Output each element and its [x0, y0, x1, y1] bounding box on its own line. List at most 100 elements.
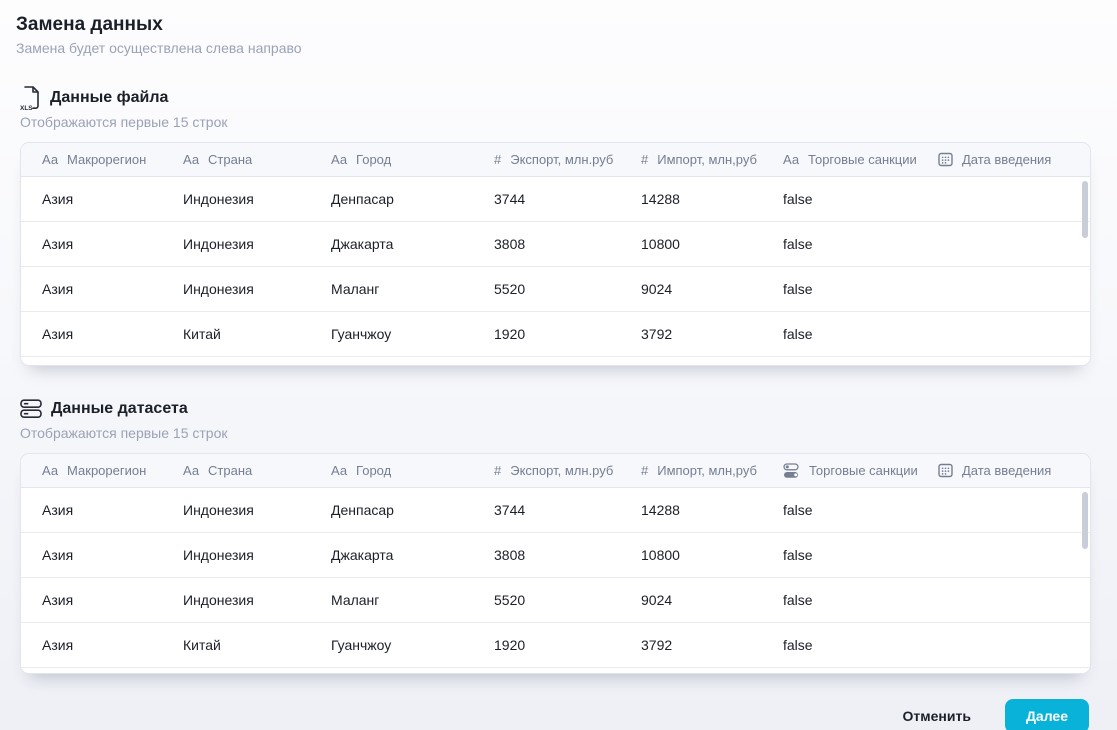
dataset-data-section-title: Данные датасета [51, 400, 188, 418]
column-header-export: # Экспорт, млн.руб [494, 463, 641, 478]
column-header-label: Страна [208, 152, 252, 167]
text-type-icon: Аа [42, 463, 58, 478]
table-cell: Азия [42, 637, 183, 653]
table-cell: 9024 [641, 592, 783, 608]
table-cell: Китай [183, 637, 331, 653]
text-type-icon: Аа [42, 152, 58, 167]
dataset-data-table: Аа Макрорегион Аа Страна Аа Город # Эксп… [20, 453, 1091, 674]
file-data-section-title: Данные файла [50, 89, 168, 107]
table-cell: false [783, 592, 938, 608]
table-cell: 3808 [494, 547, 641, 563]
table-cell: Азия [42, 502, 183, 518]
calendar-icon [938, 152, 953, 167]
wizard-footer: Отменить Далее [903, 699, 1089, 730]
dataset-data-section-subtitle: Отображаются первые 15 строк [20, 425, 1097, 441]
table-cell: Китай [183, 326, 331, 342]
table-cell: Индонезия [183, 547, 331, 563]
number-type-icon: # [494, 463, 501, 478]
table-row-partial [21, 357, 1090, 366]
table-cell: Гуанчжоу [331, 637, 494, 653]
column-header-date: Дата введения [938, 463, 1090, 478]
dataset-icon [20, 399, 42, 419]
column-header-label: Город [356, 152, 391, 167]
table-cell: false [783, 326, 938, 342]
file-data-section-subtitle: Отображаются первые 15 строк [20, 114, 1097, 130]
dataset-table-body: АзияИндонезияДенпасар374414288falseАзияИ… [21, 488, 1090, 674]
file-data-table: Аа Макрорегион Аа Страна Аа Город # Эксп… [20, 142, 1091, 366]
column-header-import: # Импорт, млн,руб [641, 152, 783, 167]
table-cell: Джакарта [331, 547, 494, 563]
table-cell: 3744 [494, 191, 641, 207]
table-cell: Индонезия [183, 502, 331, 518]
column-header-label: Дата введения [962, 463, 1051, 478]
table-cell: false [783, 281, 938, 297]
column-header-export: # Экспорт, млн.руб [494, 152, 641, 167]
column-header-label: Торговые санкции [809, 463, 918, 478]
table-cell: 1920 [494, 637, 641, 653]
table-cell: Денпасар [331, 191, 494, 207]
column-header-date: Дата введения [938, 152, 1090, 167]
dataset-data-section: Данные датасета Отображаются первые 15 с… [20, 396, 1097, 441]
column-header-label: Макрорегион [67, 152, 146, 167]
table-cell: Индонезия [183, 191, 331, 207]
column-header-city: Аа Город [331, 152, 494, 167]
table-cell: Маланг [331, 592, 494, 608]
file-table-header-row: Аа Макрорегион Аа Страна Аа Город # Эксп… [21, 143, 1090, 177]
column-header-import: # Импорт, млн,руб [641, 463, 783, 478]
text-type-icon: Аа [331, 152, 347, 167]
vertical-scrollbar-thumb[interactable] [1082, 492, 1088, 549]
next-button[interactable]: Далее [1005, 699, 1089, 730]
table-cell: 3744 [494, 502, 641, 518]
column-header-macroregion: Аа Макрорегион [42, 152, 183, 167]
column-header-sanctions: Торговые санкции [783, 463, 938, 479]
table-cell: 5520 [494, 281, 641, 297]
column-header-label: Страна [208, 463, 252, 478]
table-row: АзияИндонезияДжакарта380810800false [21, 533, 1090, 578]
table-cell: false [783, 236, 938, 252]
table-row: АзияКитайГуанчжоу19203792false [21, 312, 1090, 357]
column-header-label: Дата введения [962, 152, 1051, 167]
table-cell: 3792 [641, 637, 783, 653]
column-header-label: Макрорегион [67, 463, 146, 478]
table-cell: 3808 [494, 236, 641, 252]
table-cell: Азия [42, 281, 183, 297]
table-cell: Азия [42, 326, 183, 342]
text-type-icon: Аа [783, 152, 799, 167]
table-cell: Индонезия [183, 592, 331, 608]
file-data-section: XLS Данные файла Отображаются первые 15 … [20, 85, 1097, 130]
table-row: АзияИндонезияМаланг55209024false [21, 578, 1090, 623]
xls-file-icon: XLS [20, 85, 41, 111]
table-row: АзияИндонезияДенпасар374414288false [21, 177, 1090, 222]
vertical-scrollbar-thumb[interactable] [1082, 181, 1088, 238]
table-cell: 3792 [641, 326, 783, 342]
table-cell: 9024 [641, 281, 783, 297]
table-row: АзияИндонезияДжакарта380810800false [21, 222, 1090, 267]
table-cell: 10800 [641, 236, 783, 252]
page-title: Замена данных [16, 14, 1101, 36]
cancel-button[interactable]: Отменить [903, 700, 971, 730]
text-type-icon: Аа [183, 463, 199, 478]
table-cell: Азия [42, 592, 183, 608]
column-header-country: Аа Страна [183, 463, 331, 478]
page-subtitle: Замена будет осуществлена слева направо [16, 39, 1101, 57]
table-row: АзияКитайГуанчжоу19203792false [21, 623, 1090, 668]
table-cell: 14288 [641, 502, 783, 518]
text-type-icon: Аа [331, 463, 347, 478]
table-cell: false [783, 547, 938, 563]
table-cell: Азия [42, 547, 183, 563]
number-type-icon: # [641, 463, 648, 478]
table-cell: 1920 [494, 326, 641, 342]
column-header-macroregion: Аа Макрорегион [42, 463, 183, 478]
column-header-label: Экспорт, млн.руб [510, 463, 613, 478]
column-header-label: Импорт, млн,руб [657, 463, 757, 478]
table-cell: Азия [42, 236, 183, 252]
table-cell: false [783, 191, 938, 207]
column-header-label: Импорт, млн,руб [657, 152, 757, 167]
table-cell: 5520 [494, 592, 641, 608]
column-header-label: Экспорт, млн.руб [510, 152, 613, 167]
svg-text:XLS: XLS [20, 105, 33, 111]
table-cell: 10800 [641, 547, 783, 563]
table-cell: 14288 [641, 191, 783, 207]
table-cell: Индонезия [183, 281, 331, 297]
table-cell: false [783, 502, 938, 518]
